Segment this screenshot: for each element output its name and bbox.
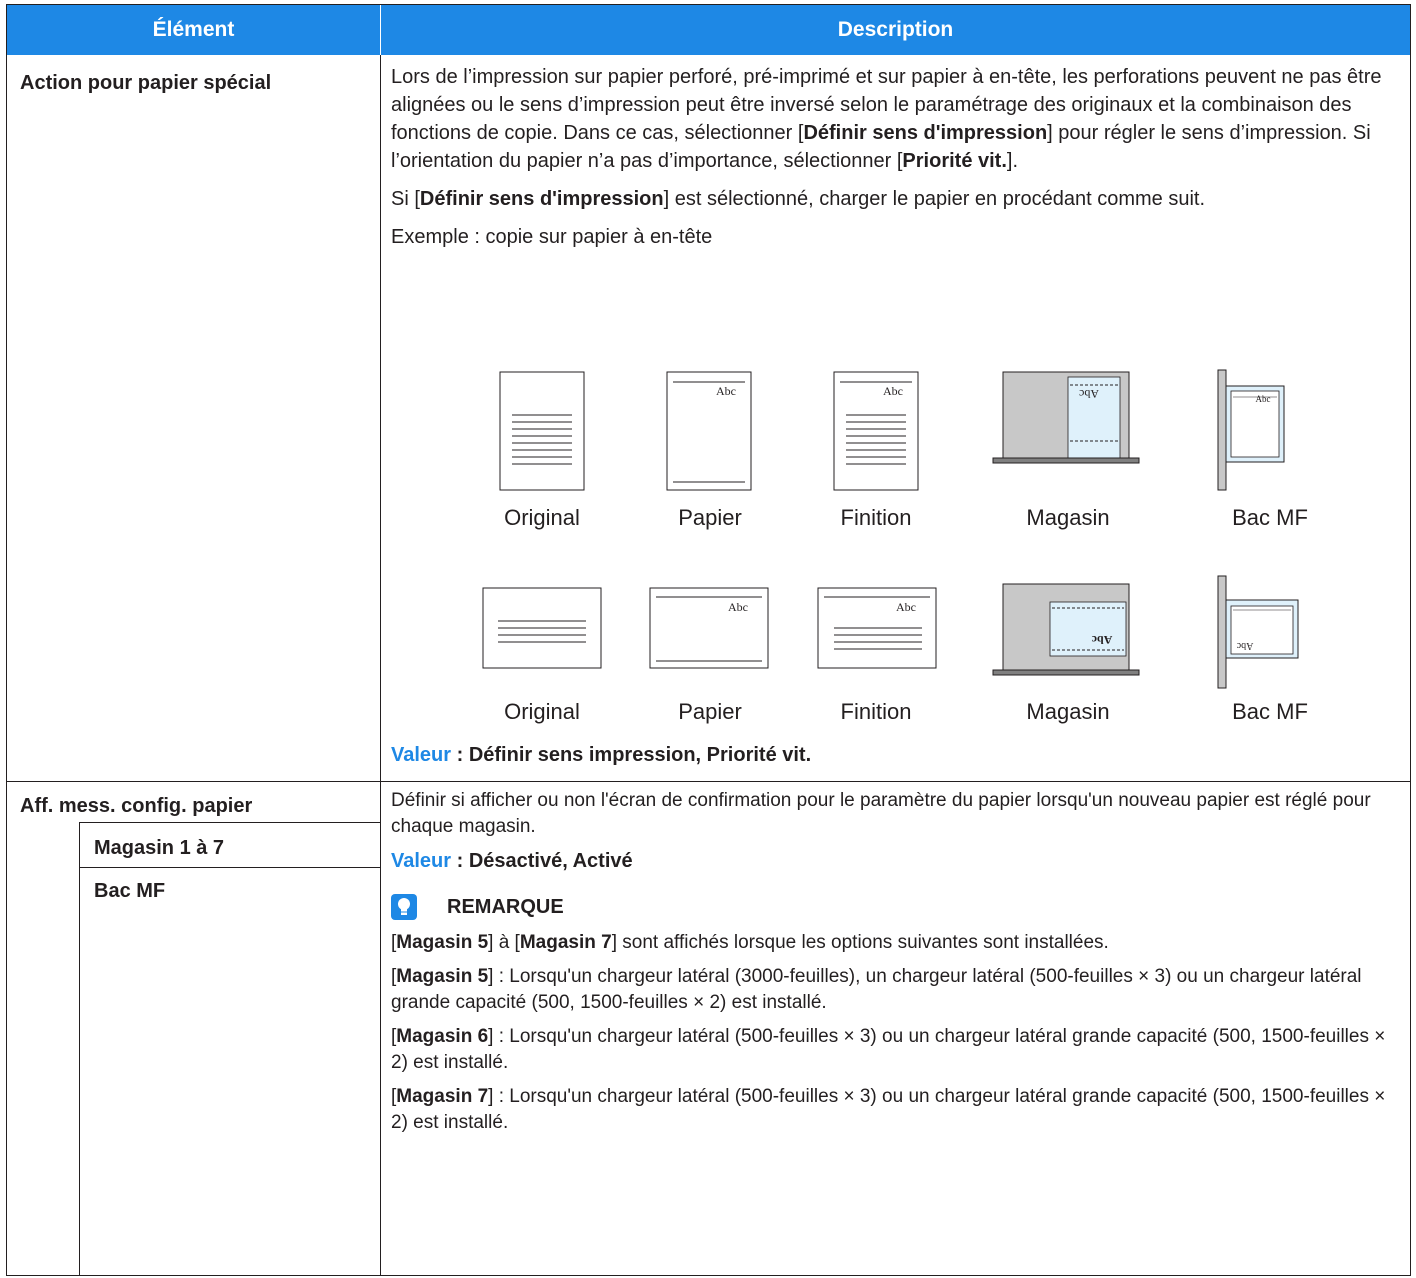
label-bac-mf: Bac MF bbox=[1232, 699, 1308, 724]
row1-paragraph-1: Lors de l’impression sur papier perforé,… bbox=[391, 66, 1382, 172]
papier-portrait-icon: Abc bbox=[666, 371, 752, 491]
label-original: Original bbox=[504, 699, 580, 724]
sub-label-bac-mf: Bac MF bbox=[94, 880, 166, 902]
finition-portrait-icon: Abc bbox=[833, 371, 919, 491]
header-element: Élément bbox=[152, 18, 235, 41]
svg-text:Abc: Abc bbox=[1091, 633, 1112, 647]
row-label-action-papier-special: Action pour papier spécial bbox=[20, 72, 272, 94]
bac-mf-portrait-icon: Abc bbox=[1217, 369, 1285, 491]
original-landscape-icon bbox=[482, 587, 602, 669]
label-papier: Papier bbox=[678, 699, 742, 724]
row1-value: Valeur : Définir sens impression, Priori… bbox=[391, 741, 1401, 769]
magasin-landscape-icon: Abc bbox=[992, 583, 1140, 676]
svg-text:Abc: Abc bbox=[883, 384, 903, 398]
lightbulb-icon bbox=[391, 894, 417, 920]
label-original: Original bbox=[504, 505, 580, 530]
label-papier: Papier bbox=[678, 505, 742, 530]
note-paragraph-2: [Magasin 5] : Lorsqu'un chargeur latéral… bbox=[391, 966, 1362, 1013]
svg-text:Abc: Abc bbox=[1236, 640, 1253, 651]
magasin-portrait-icon: Abc bbox=[992, 371, 1140, 464]
row1-description: Lors de l’impression sur papier perforé,… bbox=[391, 63, 1401, 251]
finition-landscape-icon: Abc bbox=[817, 587, 937, 669]
label-bac-mf: Bac MF bbox=[1232, 505, 1308, 530]
sub-label-magasin-1-7: Magasin 1 à 7 bbox=[94, 837, 225, 859]
label-magasin: Magasin bbox=[1026, 699, 1110, 724]
note-paragraph-3: [Magasin 6] : Lorsqu'un chargeur latéral… bbox=[391, 1026, 1386, 1073]
note-title: REMARQUE bbox=[447, 896, 564, 918]
row2-paragraph: Définir si afficher ou non l'écran de co… bbox=[391, 790, 1371, 837]
abc-text: Abc bbox=[716, 384, 736, 398]
row1-example: Exemple : copie sur papier à en-tête bbox=[391, 226, 713, 248]
row1-paragraph-2: Si [Définir sens d'impression] est sélec… bbox=[391, 188, 1206, 210]
svg-text:Abc: Abc bbox=[1079, 387, 1099, 401]
svg-text:Abc: Abc bbox=[896, 600, 916, 614]
note-heading: REMARQUE bbox=[391, 894, 1401, 920]
row2-value: Valeur : Désactivé, Activé bbox=[391, 850, 633, 872]
value-prefix: Valeur bbox=[391, 744, 452, 766]
note-paragraph-4: [Magasin 7] : Lorsqu'un chargeur latéral… bbox=[391, 1086, 1386, 1133]
label-finition: Finition bbox=[840, 505, 912, 530]
papier-landscape-icon: Abc bbox=[649, 587, 769, 669]
original-portrait-icon bbox=[499, 371, 585, 491]
value-text: : Définir sens impression, Priorité vit. bbox=[451, 744, 812, 766]
table-header: Élément Description bbox=[7, 5, 1410, 55]
note-paragraph-1: [Magasin 5] à [Magasin 7] sont affichés … bbox=[391, 932, 1109, 953]
header-description: Description bbox=[837, 18, 954, 41]
row-label-aff-mess-config: Aff. mess. config. papier bbox=[20, 795, 253, 817]
row2-description: Définir si afficher ou non l'écran de co… bbox=[391, 788, 1401, 1136]
label-finition: Finition bbox=[840, 699, 912, 724]
svg-text:Abc: Abc bbox=[728, 600, 748, 614]
svg-text:Abc: Abc bbox=[1256, 394, 1271, 404]
label-magasin: Magasin bbox=[1026, 505, 1110, 530]
bac-mf-landscape-icon: Abc bbox=[1217, 575, 1299, 689]
